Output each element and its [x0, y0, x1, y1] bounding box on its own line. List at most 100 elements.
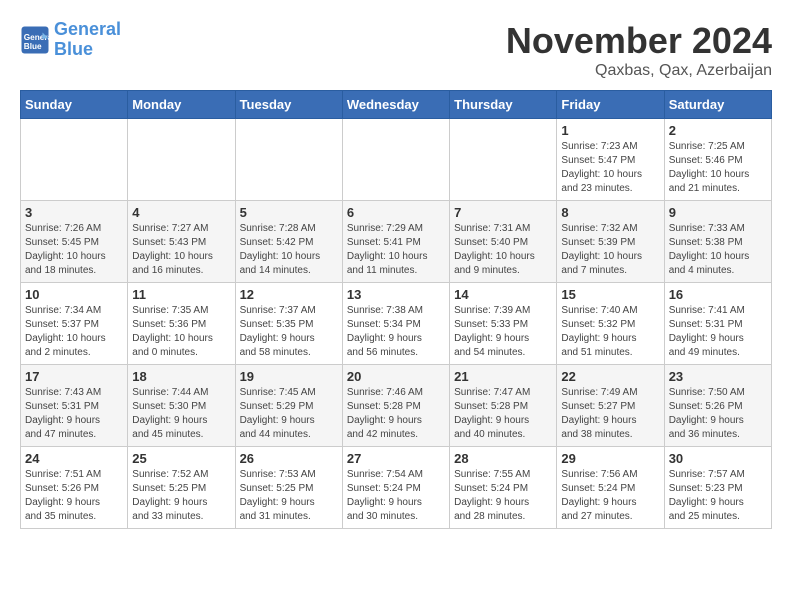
title-section: November 2024 Qaxbas, Qax, Azerbaijan	[506, 20, 772, 80]
day-number: 13	[347, 287, 445, 302]
logo-text: General Blue	[54, 20, 121, 60]
calendar-cell: 5 Sunrise: 7:28 AM Sunset: 5:42 PM Daylig…	[235, 201, 342, 283]
day-info: Sunrise: 7:23 AM Sunset: 5:47 PM Dayligh…	[561, 140, 659, 196]
logo: General Blue General Blue	[20, 20, 121, 60]
logo-line1: General	[54, 19, 121, 39]
day-number: 23	[669, 369, 767, 384]
calendar-cell: 12Sunrise: 7:37 AM Sunset: 5:35 PM Dayli…	[235, 283, 342, 365]
day-number: 27	[347, 451, 445, 466]
day-number: 10	[25, 287, 123, 302]
calendar-cell: 19Sunrise: 7:45 AM Sunset: 5:29 PM Dayli…	[235, 365, 342, 447]
day-number: 14	[454, 287, 552, 302]
day-number: 3	[25, 205, 123, 220]
calendar-cell	[342, 119, 449, 201]
logo-line2: Blue	[54, 39, 93, 59]
header-row: SundayMondayTuesdayWednesdayThursdayFrid…	[21, 91, 772, 119]
logo-icon: General Blue	[20, 25, 50, 55]
day-of-week-header: Saturday	[664, 91, 771, 119]
calendar-week-row: 3 Sunrise: 7:26 AM Sunset: 5:45 PM Daylig…	[21, 201, 772, 283]
day-number: 7	[454, 205, 552, 220]
calendar-table: SundayMondayTuesdayWednesdayThursdayFrid…	[20, 90, 772, 529]
day-number: 9	[669, 205, 767, 220]
calendar-cell	[128, 119, 235, 201]
day-number: 2	[669, 123, 767, 138]
calendar-cell: 8Sunrise: 7:32 AM Sunset: 5:39 PM Daylig…	[557, 201, 664, 283]
calendar-cell: 11Sunrise: 7:35 AM Sunset: 5:36 PM Dayli…	[128, 283, 235, 365]
calendar-cell: 10 Sunrise: 7:34 AM Sunset: 5:37 PM Dayli…	[21, 283, 128, 365]
day-number: 4	[132, 205, 230, 220]
calendar-cell	[450, 119, 557, 201]
day-info: Sunrise: 7:43 AM Sunset: 5:31 PM Dayligh…	[25, 386, 123, 442]
day-number: 6	[347, 205, 445, 220]
day-info: Sunrise: 7:46 AM Sunset: 5:28 PM Dayligh…	[347, 386, 445, 442]
calendar-cell: 2Sunrise: 7:25 AM Sunset: 5:46 PM Daylig…	[664, 119, 771, 201]
day-info: Sunrise: 7:29 AM Sunset: 5:41 PM Dayligh…	[347, 222, 445, 278]
location: Qaxbas, Qax, Azerbaijan	[506, 62, 772, 80]
day-number: 12	[240, 287, 338, 302]
day-info: Sunrise: 7:38 AM Sunset: 5:34 PM Dayligh…	[347, 304, 445, 360]
day-number: 22	[561, 369, 659, 384]
calendar-cell: 6 Sunrise: 7:29 AM Sunset: 5:41 PM Daylig…	[342, 201, 449, 283]
calendar-cell: 28 Sunrise: 7:55 AM Sunset: 5:24 PM Dayli…	[450, 447, 557, 529]
day-info: Sunrise: 7:47 AM Sunset: 5:28 PM Dayligh…	[454, 386, 552, 442]
calendar-cell: 29 Sunrise: 7:56 AM Sunset: 5:24 PM Dayli…	[557, 447, 664, 529]
day-number: 15	[561, 287, 659, 302]
calendar-cell: 30 Sunrise: 7:57 AM Sunset: 5:23 PM Dayli…	[664, 447, 771, 529]
calendar-cell: 4 Sunrise: 7:27 AM Sunset: 5:43 PM Daylig…	[128, 201, 235, 283]
day-number: 26	[240, 451, 338, 466]
calendar-cell: 22 Sunrise: 7:49 AM Sunset: 5:27 PM Dayli…	[557, 365, 664, 447]
day-of-week-header: Thursday	[450, 91, 557, 119]
calendar-week-row: 24 Sunrise: 7:51 AM Sunset: 5:26 PM Dayli…	[21, 447, 772, 529]
day-number: 19	[240, 369, 338, 384]
calendar-cell: 26 Sunrise: 7:53 AM Sunset: 5:25 PM Dayli…	[235, 447, 342, 529]
day-info: Sunrise: 7:34 AM Sunset: 5:37 PM Dayligh…	[25, 304, 123, 360]
day-info: Sunrise: 7:56 AM Sunset: 5:24 PM Dayligh…	[561, 468, 659, 524]
day-info: Sunrise: 7:41 AM Sunset: 5:31 PM Dayligh…	[669, 304, 767, 360]
day-info: Sunrise: 7:44 AM Sunset: 5:30 PM Dayligh…	[132, 386, 230, 442]
calendar-week-row: 1 Sunrise: 7:23 AM Sunset: 5:47 PM Daylig…	[21, 119, 772, 201]
day-info: Sunrise: 7:49 AM Sunset: 5:27 PM Dayligh…	[561, 386, 659, 442]
day-number: 21	[454, 369, 552, 384]
calendar-cell: 16 Sunrise: 7:41 AM Sunset: 5:31 PM Dayli…	[664, 283, 771, 365]
calendar-cell: 3 Sunrise: 7:26 AM Sunset: 5:45 PM Daylig…	[21, 201, 128, 283]
day-info: Sunrise: 7:26 AM Sunset: 5:45 PM Dayligh…	[25, 222, 123, 278]
day-info: Sunrise: 7:51 AM Sunset: 5:26 PM Dayligh…	[25, 468, 123, 524]
calendar-cell	[235, 119, 342, 201]
day-info: Sunrise: 7:28 AM Sunset: 5:42 PM Dayligh…	[240, 222, 338, 278]
day-number: 20	[347, 369, 445, 384]
day-number: 8	[561, 205, 659, 220]
day-of-week-header: Monday	[128, 91, 235, 119]
calendar-cell: 17Sunrise: 7:43 AM Sunset: 5:31 PM Dayli…	[21, 365, 128, 447]
day-info: Sunrise: 7:50 AM Sunset: 5:26 PM Dayligh…	[669, 386, 767, 442]
calendar-cell: 1 Sunrise: 7:23 AM Sunset: 5:47 PM Daylig…	[557, 119, 664, 201]
day-info: Sunrise: 7:27 AM Sunset: 5:43 PM Dayligh…	[132, 222, 230, 278]
day-info: Sunrise: 7:57 AM Sunset: 5:23 PM Dayligh…	[669, 468, 767, 524]
calendar-header: SundayMondayTuesdayWednesdayThursdayFrid…	[21, 91, 772, 119]
day-of-week-header: Sunday	[21, 91, 128, 119]
day-number: 28	[454, 451, 552, 466]
day-number: 29	[561, 451, 659, 466]
calendar-cell: 20 Sunrise: 7:46 AM Sunset: 5:28 PM Dayli…	[342, 365, 449, 447]
calendar-cell: 21 Sunrise: 7:47 AM Sunset: 5:28 PM Dayli…	[450, 365, 557, 447]
calendar-cell: 18 Sunrise: 7:44 AM Sunset: 5:30 PM Dayli…	[128, 365, 235, 447]
calendar-cell: 23 Sunrise: 7:50 AM Sunset: 5:26 PM Dayli…	[664, 365, 771, 447]
calendar-cell: 15 Sunrise: 7:40 AM Sunset: 5:32 PM Dayli…	[557, 283, 664, 365]
month-title: November 2024	[506, 20, 772, 62]
calendar-cell: 27Sunrise: 7:54 AM Sunset: 5:24 PM Dayli…	[342, 447, 449, 529]
day-info: Sunrise: 7:55 AM Sunset: 5:24 PM Dayligh…	[454, 468, 552, 524]
day-of-week-header: Wednesday	[342, 91, 449, 119]
day-number: 24	[25, 451, 123, 466]
day-info: Sunrise: 7:52 AM Sunset: 5:25 PM Dayligh…	[132, 468, 230, 524]
day-number: 30	[669, 451, 767, 466]
day-info: Sunrise: 7:31 AM Sunset: 5:40 PM Dayligh…	[454, 222, 552, 278]
day-number: 25	[132, 451, 230, 466]
calendar-cell: 24 Sunrise: 7:51 AM Sunset: 5:26 PM Dayli…	[21, 447, 128, 529]
svg-text:Blue: Blue	[24, 42, 42, 51]
day-info: Sunrise: 7:40 AM Sunset: 5:32 PM Dayligh…	[561, 304, 659, 360]
day-number: 1	[561, 123, 659, 138]
day-number: 18	[132, 369, 230, 384]
day-number: 16	[669, 287, 767, 302]
day-info: Sunrise: 7:53 AM Sunset: 5:25 PM Dayligh…	[240, 468, 338, 524]
day-number: 5	[240, 205, 338, 220]
day-info: Sunrise: 7:35 AM Sunset: 5:36 PM Dayligh…	[132, 304, 230, 360]
